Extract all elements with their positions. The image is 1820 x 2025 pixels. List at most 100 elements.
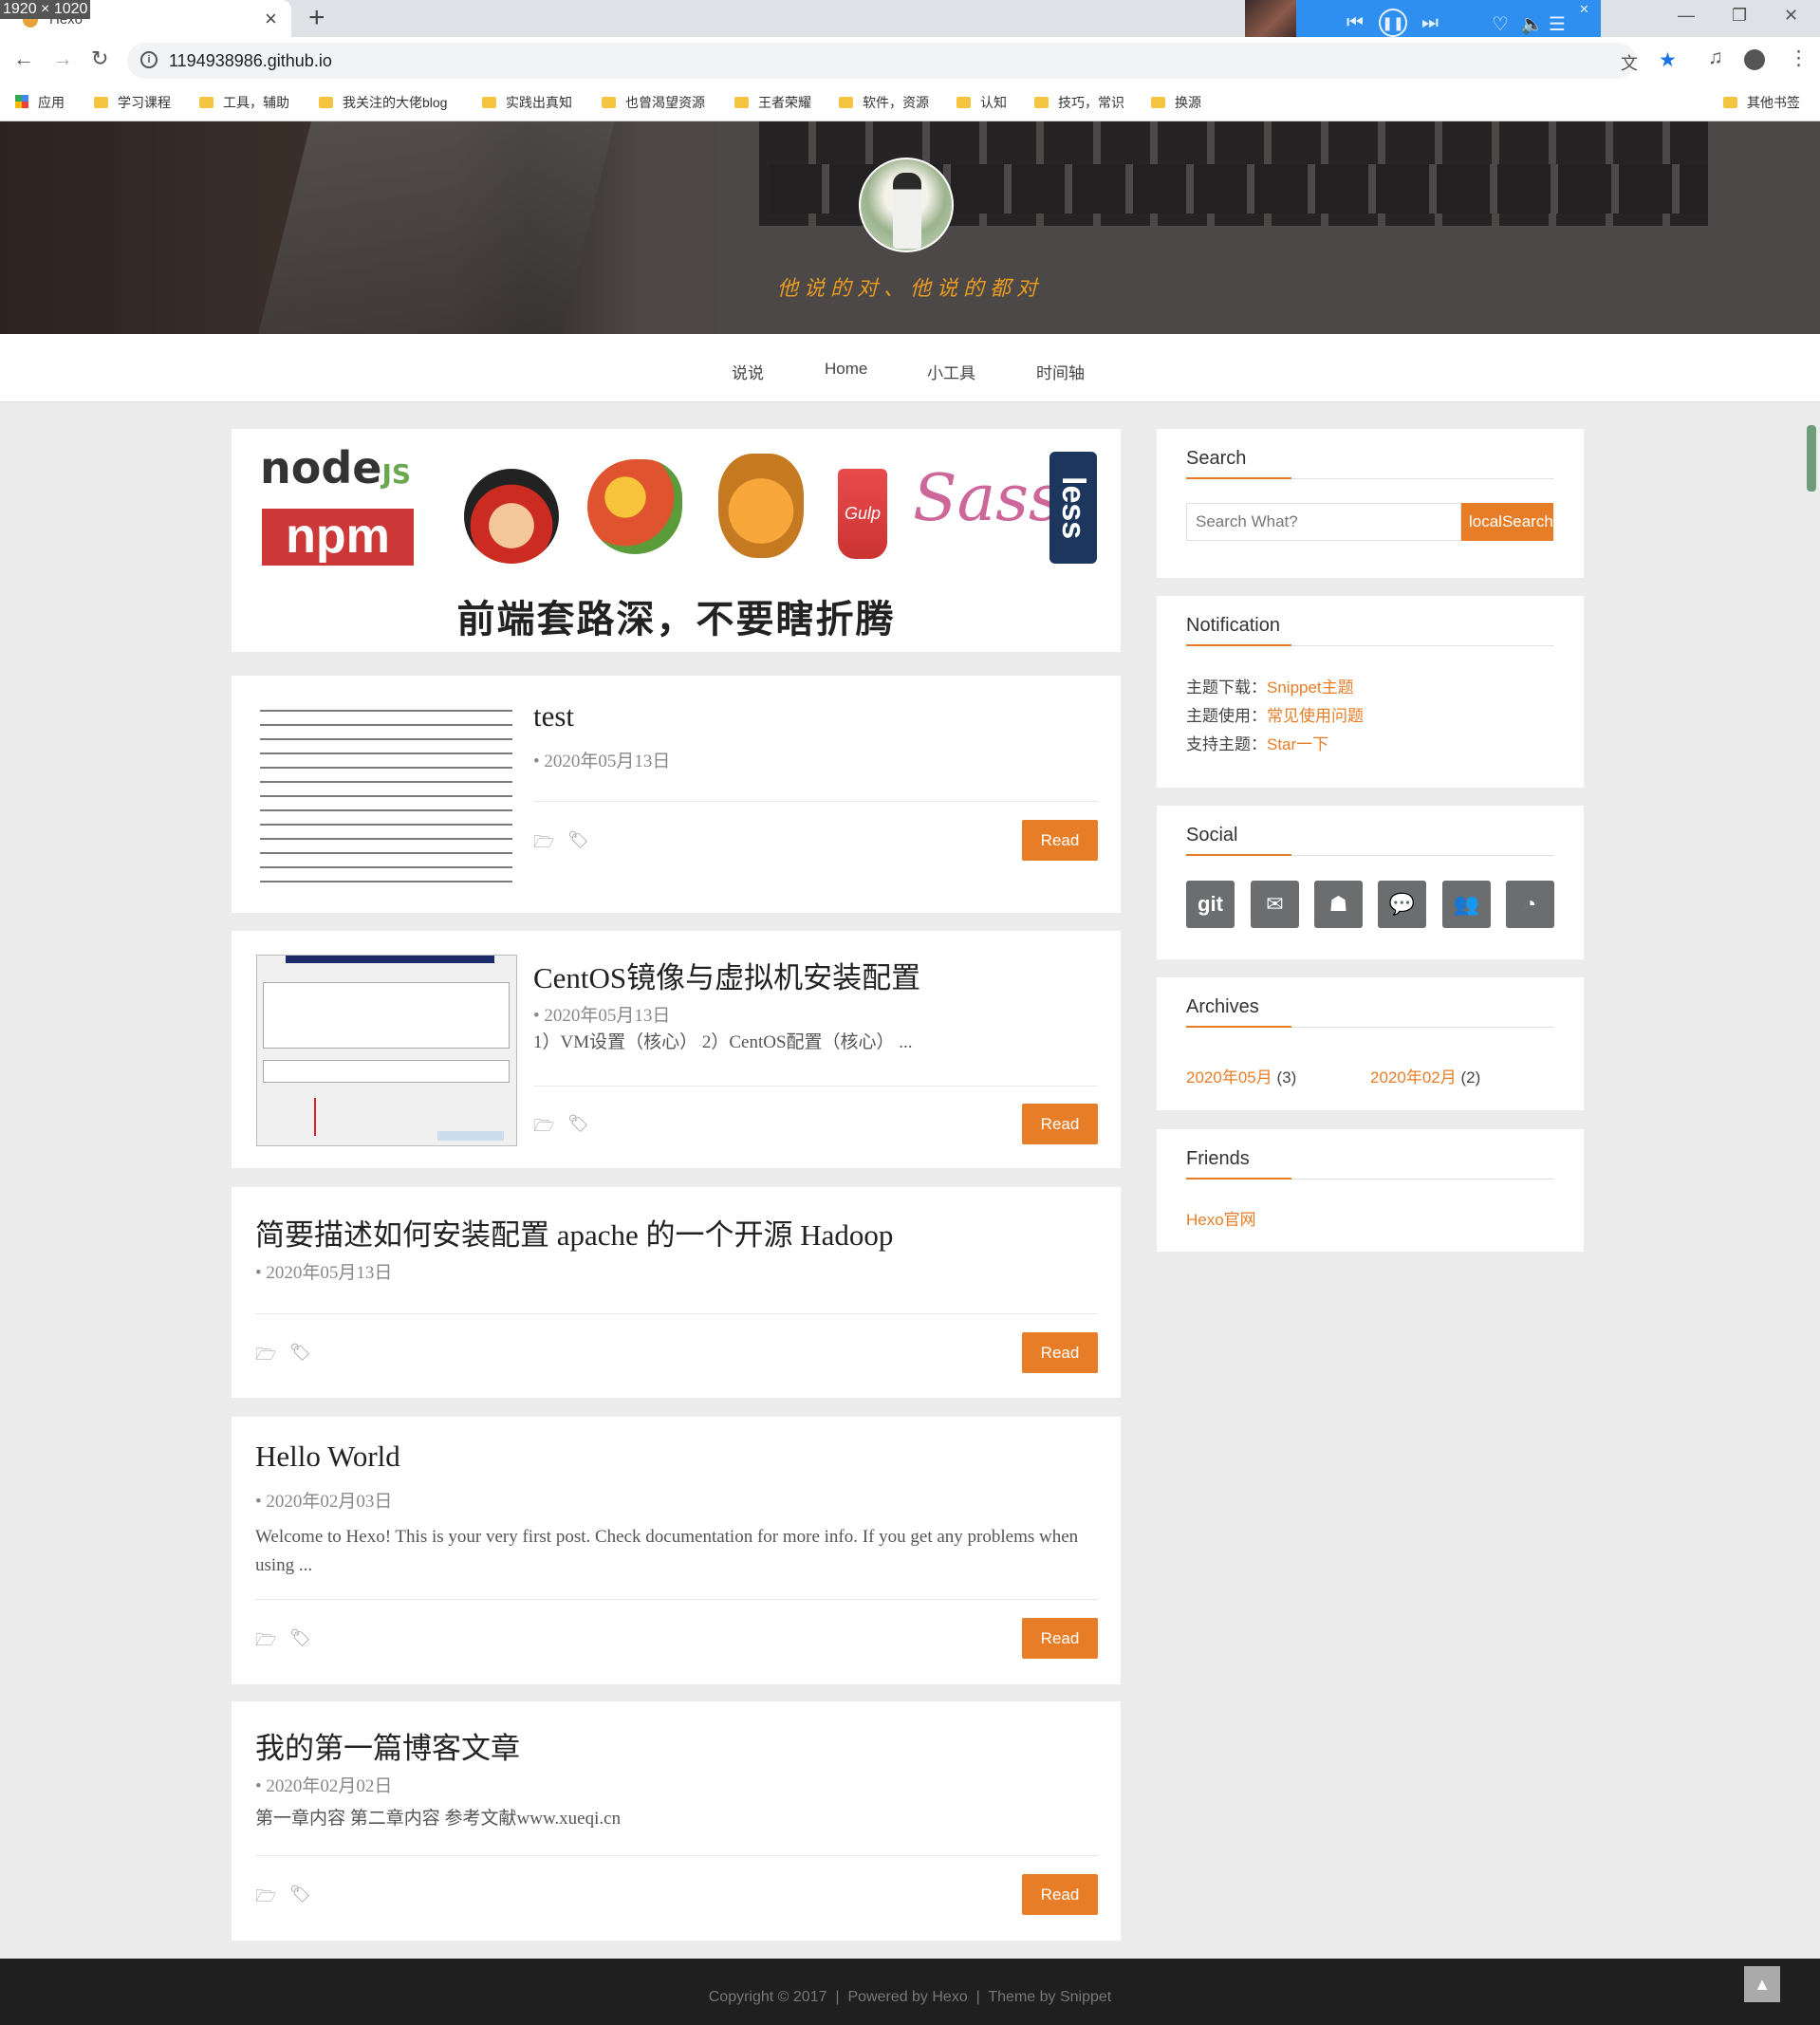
post-title[interactable]: CentOS镜像与虚拟机安装配置: [533, 954, 920, 996]
apps-icon: [15, 95, 28, 108]
read-button[interactable]: Read: [1022, 1874, 1098, 1915]
close-window-icon[interactable]: ✕: [1784, 6, 1798, 26]
nav-item-shuoshuo[interactable]: 说说: [732, 360, 764, 383]
post-thumbnail[interactable]: [256, 698, 517, 890]
bookmark-folder[interactable]: 工具，辅助: [199, 93, 289, 112]
address-bar[interactable]: i 1194938986.github.io 文 ★: [127, 43, 1677, 79]
bookmark-apps[interactable]: 应用: [15, 93, 65, 112]
close-tab-icon[interactable]: ×: [265, 7, 277, 31]
media-control-icon[interactable]: ♫: [1708, 46, 1723, 69]
post-title[interactable]: Hello World: [255, 1440, 400, 1474]
tags-icon[interactable]: 🏷: [289, 1343, 311, 1363]
notification-widget: Notification 主题下载：Snippet主题 主题使用：常见使用问题 …: [1157, 596, 1584, 788]
tags-icon[interactable]: 🏷: [567, 1114, 589, 1134]
heart-icon[interactable]: ♡: [1492, 12, 1509, 36]
post-divider: [255, 1599, 1098, 1600]
footer: Copyright © 2017 | Powered by Hexo | The…: [0, 1959, 1820, 2025]
folder-open-icon[interactable]: 🗁: [533, 1114, 554, 1143]
site-info-icon[interactable]: i: [140, 51, 158, 68]
post-title[interactable]: test: [533, 699, 574, 734]
profile-icon[interactable]: [1744, 49, 1765, 70]
reload-icon[interactable]: ↻: [91, 46, 108, 71]
folder-open-icon[interactable]: 🗁: [255, 1885, 276, 1913]
bookmark-folder[interactable]: 软件，资源: [839, 93, 929, 112]
tags-icon[interactable]: 🏷: [289, 1885, 311, 1904]
nav-item-timeline[interactable]: 时间轴: [1036, 360, 1085, 383]
hexo-official-link[interactable]: Hexo官网: [1186, 1206, 1256, 1230]
widget-title: Friends: [1186, 1148, 1250, 1169]
folder-icon: [1034, 97, 1049, 108]
bookmark-folder[interactable]: 学习课程: [94, 93, 171, 112]
title-underline: [1186, 477, 1291, 479]
bookmark-star-icon[interactable]: ★: [1659, 48, 1677, 72]
read-button[interactable]: Read: [1022, 1104, 1098, 1144]
post-date: • 2020年05月13日: [255, 1263, 393, 1283]
bookmark-other[interactable]: 其他书签: [1723, 93, 1800, 112]
address-row: ← → ↻ i 1194938986.github.io 文 ★ ♫ ⋮: [0, 37, 1820, 84]
widget-title: Social: [1186, 825, 1238, 845]
star-link[interactable]: Star一下: [1267, 735, 1328, 753]
restore-icon[interactable]: ❐: [1732, 6, 1747, 26]
post-title[interactable]: 我的第一篇博客文章: [255, 1724, 520, 1767]
translate-icon[interactable]: 文: [1621, 50, 1638, 75]
mail-icon[interactable]: ✉: [1251, 881, 1299, 928]
wechat-icon[interactable]: 💬: [1378, 881, 1426, 928]
folder-icon: [199, 97, 214, 108]
post-card: Hello World • 2020年02月03日 Welcome to Hex…: [232, 1417, 1121, 1684]
rss-icon[interactable]: ◔: [1506, 881, 1554, 928]
post-thumbnail[interactable]: [256, 955, 517, 1146]
minimize-icon[interactable]: —: [1678, 6, 1695, 26]
read-button[interactable]: Read: [1022, 1618, 1098, 1659]
search-input[interactable]: Search What?: [1186, 503, 1461, 541]
player-close-icon[interactable]: ✕: [1579, 2, 1589, 17]
archive-link[interactable]: 2020年05月 (3): [1186, 1064, 1296, 1087]
group-icon[interactable]: 👥: [1442, 881, 1491, 928]
local-search-button[interactable]: localSearch: [1461, 503, 1553, 541]
next-track-icon[interactable]: ⏭: [1421, 12, 1439, 34]
bookmark-folder[interactable]: 技巧，常识: [1034, 93, 1124, 112]
git-icon[interactable]: git: [1186, 881, 1235, 928]
previous-track-icon[interactable]: ⏮: [1346, 12, 1364, 34]
post-divider: [533, 1086, 1098, 1087]
url-text[interactable]: 1194938986.github.io: [169, 51, 332, 71]
footer-text: Copyright © 2017 | Powered by Hexo | The…: [708, 1989, 1112, 2005]
back-icon[interactable]: ←: [13, 46, 34, 71]
folder-icon: [94, 97, 108, 108]
folder-open-icon[interactable]: 🗁: [255, 1343, 276, 1371]
bookmark-folder[interactable]: 实践出真知: [482, 93, 572, 112]
new-tab-icon[interactable]: +: [308, 2, 325, 34]
qq-icon[interactable]: ☗: [1314, 881, 1363, 928]
nav-item-tools[interactable]: 小工具: [927, 360, 975, 383]
folder-icon: [956, 97, 971, 108]
forward-icon[interactable]: →: [52, 46, 73, 71]
nav-item-home[interactable]: Home: [825, 360, 867, 379]
tags-icon[interactable]: 🏷: [567, 830, 589, 850]
bookmark-folder[interactable]: 也曾渴望资源: [602, 93, 705, 112]
theme-download-link[interactable]: Snippet主题: [1267, 678, 1354, 697]
post-excerpt: Welcome to Hexo! This is your very first…: [255, 1527, 1079, 1575]
archives-widget: Archives 2020年05月 (3) 2020年02月 (2): [1157, 977, 1584, 1110]
folder-open-icon[interactable]: 🗁: [255, 1628, 276, 1657]
back-to-top-button[interactable]: ▲: [1744, 1966, 1780, 2002]
folder-open-icon[interactable]: 🗁: [533, 830, 554, 859]
bookmark-folder[interactable]: 换源: [1151, 93, 1201, 112]
browser-tab[interactable]: Hexo 1920 × 1020 ×: [0, 0, 291, 37]
menu-icon[interactable]: ⋮: [1789, 46, 1809, 70]
pause-icon[interactable]: ❚❚: [1379, 9, 1407, 37]
bookmark-folder[interactable]: 认知: [956, 93, 1007, 112]
read-button[interactable]: Read: [1022, 1332, 1098, 1373]
post-card: 我的第一篇博客文章 • 2020年02月02日 第一章内容 第二章内容 参考文献…: [232, 1701, 1121, 1941]
bower-logo: [583, 440, 687, 564]
volume-icon[interactable]: 🔈: [1520, 12, 1544, 36]
bookmark-folder[interactable]: 王者荣耀: [734, 93, 811, 112]
playlist-icon[interactable]: ☰: [1549, 12, 1566, 36]
post-date: • 2020年05月13日: [533, 1006, 671, 1026]
post-title[interactable]: 简要描述如何安装配置 apache 的一个开源 Hadoop: [255, 1211, 893, 1254]
tags-icon[interactable]: 🏷: [289, 1628, 311, 1648]
bookmark-folder[interactable]: 我关注的大佬blog: [319, 93, 447, 112]
faq-link[interactable]: 常见使用问题: [1267, 707, 1364, 725]
read-button[interactable]: Read: [1022, 820, 1098, 861]
scrollbar-thumb[interactable]: [1807, 425, 1816, 492]
avatar[interactable]: [859, 158, 954, 252]
archive-link[interactable]: 2020年02月 (2): [1370, 1064, 1480, 1087]
